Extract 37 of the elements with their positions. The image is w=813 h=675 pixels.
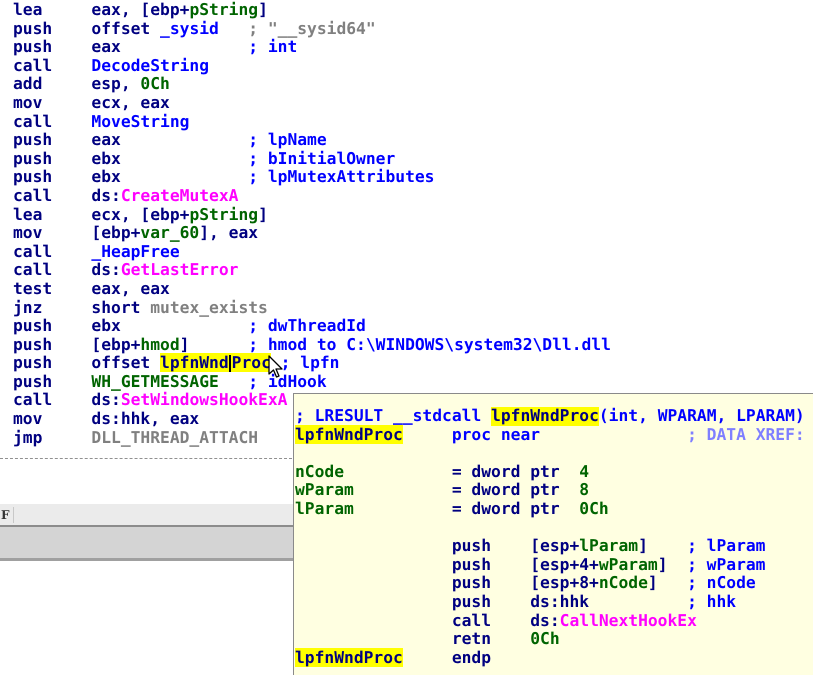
code-line: call MoveString xyxy=(13,112,190,132)
code-line: push offset lpfnWnd Proc ; lpfn xyxy=(13,354,340,373)
code-line: test eax, eax xyxy=(13,280,171,298)
code-line: push [esp+4+wParam] ; wParam xyxy=(450,556,766,574)
code-line: push ds:hhk ; hhk xyxy=(450,592,736,612)
code-line: push [esp+lParam] ; lParam xyxy=(450,537,766,556)
code-line: call ds:CallNextHookEx xyxy=(450,612,697,630)
code-line: push WH_GETMESSAGE ; idHook xyxy=(13,372,327,392)
code-line: ; LRESULT __stdcall lpfnWndProc(int, WPARAM, LPARAM) xyxy=(295,407,805,426)
code-line: mov ds:hhk, eax xyxy=(13,410,200,429)
code-line: push ebx ; dwThreadId xyxy=(13,317,366,336)
code-line: call ds:GetLastError xyxy=(13,261,238,280)
code-line: push [esp+8+nCode] ; nCode xyxy=(450,574,756,593)
code-line: wParam = dword ptr 8 xyxy=(295,481,590,500)
code-line: jnz short mutex_exists xyxy=(13,298,268,318)
code-line: add esp, 0Ch xyxy=(13,75,170,94)
code-line: push ebx ; bInitialOwner xyxy=(13,150,396,168)
code-line: call _HeapFree xyxy=(13,242,180,262)
code-line: mov [ebp+var_60], eax xyxy=(13,224,258,243)
code-line: lpfnWndProc endp xyxy=(295,648,492,668)
strip-label: F xyxy=(0,506,14,523)
code-line: push offset _sysid ; "__sysid64" xyxy=(13,20,376,38)
code-line: retn 0Ch xyxy=(450,630,561,649)
code-line: lpfnWndProc proc near ; DATA XREF: xyxy=(295,426,805,444)
code-line: lParam = dword ptr 0Ch xyxy=(295,500,610,519)
code-line: mov ecx, eax xyxy=(13,94,171,113)
code-line: push eax ; lpName xyxy=(13,131,327,150)
code-line: call ds:SetWindowsHookExA xyxy=(13,391,288,410)
code-line: push eax ; int xyxy=(13,38,298,57)
code-line: push [ebp+hmod] ; hmod to C:\WINDOWS\system32\Dll.dll xyxy=(13,336,611,354)
code-line: nCode = dword ptr 4 xyxy=(295,462,590,482)
code-line: call ds:CreateMutexA xyxy=(13,186,238,206)
code-line: call DecodeString xyxy=(13,56,210,76)
code-line: lea ecx, [ebp+pString] xyxy=(13,206,268,224)
code-line: jmp DLL_THREAD_ATTACH xyxy=(13,428,258,448)
code-line: push ebx ; lpMutexAttributes xyxy=(13,168,434,187)
code-line: lea eax, [ebp+pString] xyxy=(13,1,268,20)
